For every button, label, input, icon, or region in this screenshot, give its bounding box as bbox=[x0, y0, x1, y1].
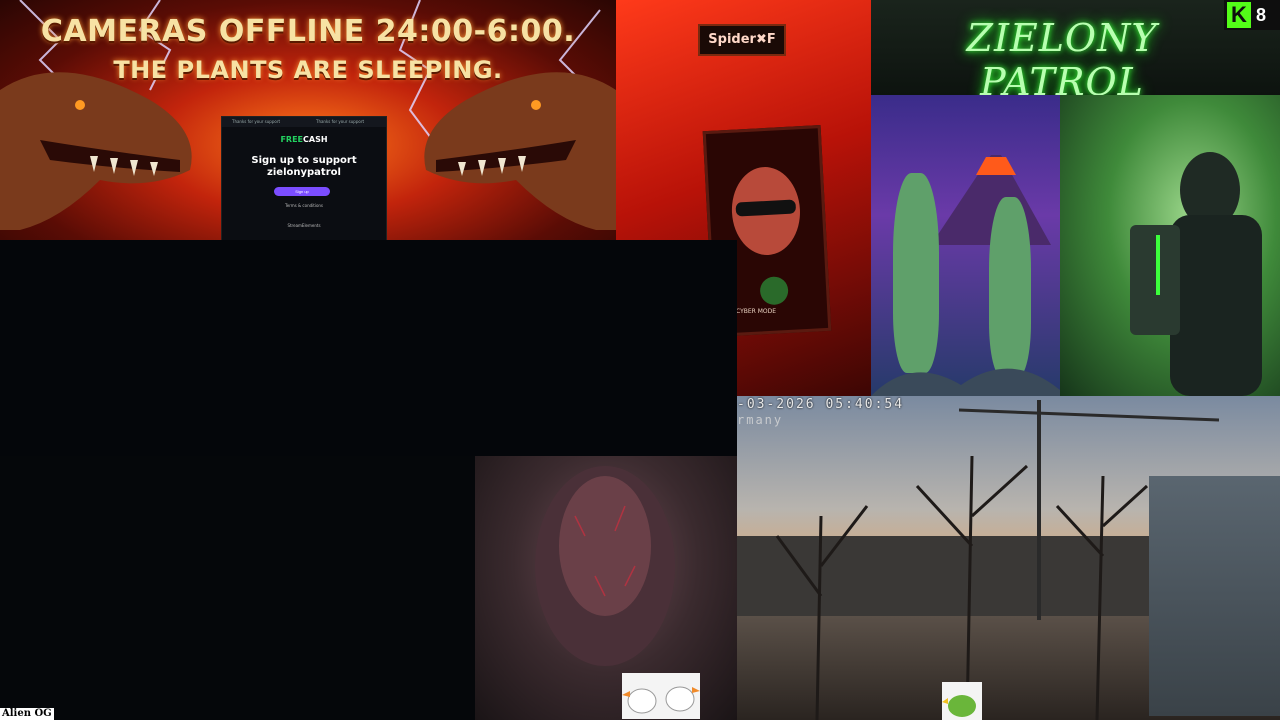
camera-timestamp: -03-2026 05:40:54 bbox=[737, 397, 905, 412]
logo-suffix: CASH bbox=[303, 135, 328, 144]
camera-location: rmany bbox=[737, 413, 784, 427]
freecash-logo: FREECASH bbox=[222, 135, 386, 144]
poster-label: CYBER MODE bbox=[736, 308, 777, 315]
alien-figure-left bbox=[893, 173, 939, 373]
topbar-text-right: Thanks for your support bbox=[316, 119, 365, 124]
aliens-volcano-image bbox=[871, 95, 1060, 396]
window-frame bbox=[1149, 476, 1280, 716]
spider-sign: Spider✖F bbox=[698, 24, 786, 56]
street-camera-feed bbox=[737, 396, 1280, 720]
popup-footer: StreamElements bbox=[287, 223, 321, 228]
signup-button[interactable]: Sign up bbox=[274, 187, 330, 196]
viewer-count: 8 bbox=[1256, 5, 1267, 25]
freecash-signup-popup: Thanks for your support Thanks for your … bbox=[221, 116, 387, 242]
neon-sign-text: ZIELONY PATROL bbox=[966, 16, 1158, 95]
black-video-panel bbox=[0, 240, 737, 456]
dinosaur-left-image bbox=[0, 72, 192, 230]
hooded-figure-graphic bbox=[1130, 152, 1262, 396]
kick-viewer-badge[interactable]: K 8 bbox=[1224, 0, 1280, 30]
kick-icon: K bbox=[1227, 2, 1251, 28]
terms-link[interactable]: Terms & conditions bbox=[222, 203, 386, 208]
dinosaur-right-image bbox=[424, 72, 616, 230]
cannabis-leaves-graphic bbox=[871, 368, 1060, 396]
banner-headline: CAMERAS OFFLINE 24:00-6:00. bbox=[40, 14, 576, 49]
popup-topbar: Thanks for your support Thanks for your … bbox=[222, 117, 386, 127]
signup-title: Sign up to support bbox=[251, 155, 357, 166]
alien-og-label: Alien OG bbox=[0, 708, 54, 720]
signup-username: zielonypatrol bbox=[267, 167, 341, 178]
goose-emote-icon bbox=[622, 673, 700, 719]
zielony-patrol-neon: ZIELONY PATROL bbox=[871, 0, 1280, 95]
green-duck-emote-icon bbox=[942, 682, 982, 720]
logo-prefix: FREE bbox=[280, 135, 304, 144]
green-hacker-image bbox=[1060, 95, 1280, 396]
topbar-text-left: Thanks for your support bbox=[232, 119, 281, 124]
banner-subheadline: THE PLANTS ARE SLEEPING. bbox=[113, 56, 503, 84]
